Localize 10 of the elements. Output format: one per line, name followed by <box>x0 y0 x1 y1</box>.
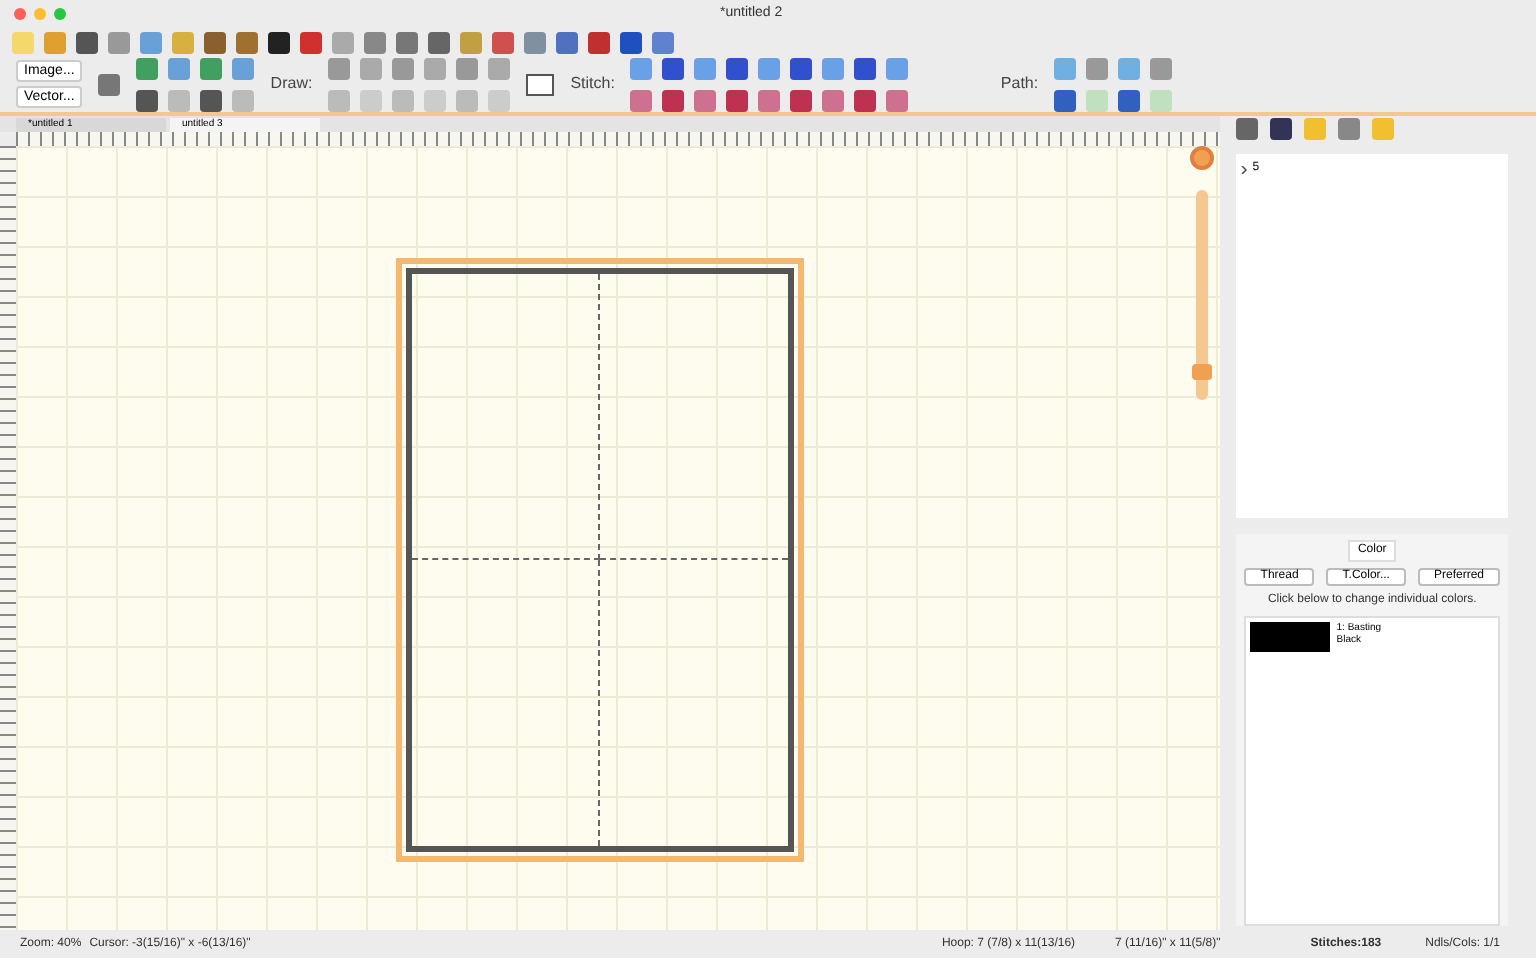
draw-label: Draw: <box>270 72 313 96</box>
shape-dropdown[interactable] <box>526 73 555 95</box>
path-label: Path: <box>1000 72 1039 96</box>
stitch-label: Stitch: <box>570 72 615 96</box>
zoom-slider[interactable] <box>1196 190 1208 400</box>
zoom-button[interactable] <box>54 8 66 20</box>
slider-thumb[interactable] <box>1192 364 1212 381</box>
disclosure-icon[interactable] <box>1240 165 1249 173</box>
close-button[interactable] <box>14 8 26 20</box>
minimize-button[interactable] <box>34 8 46 20</box>
